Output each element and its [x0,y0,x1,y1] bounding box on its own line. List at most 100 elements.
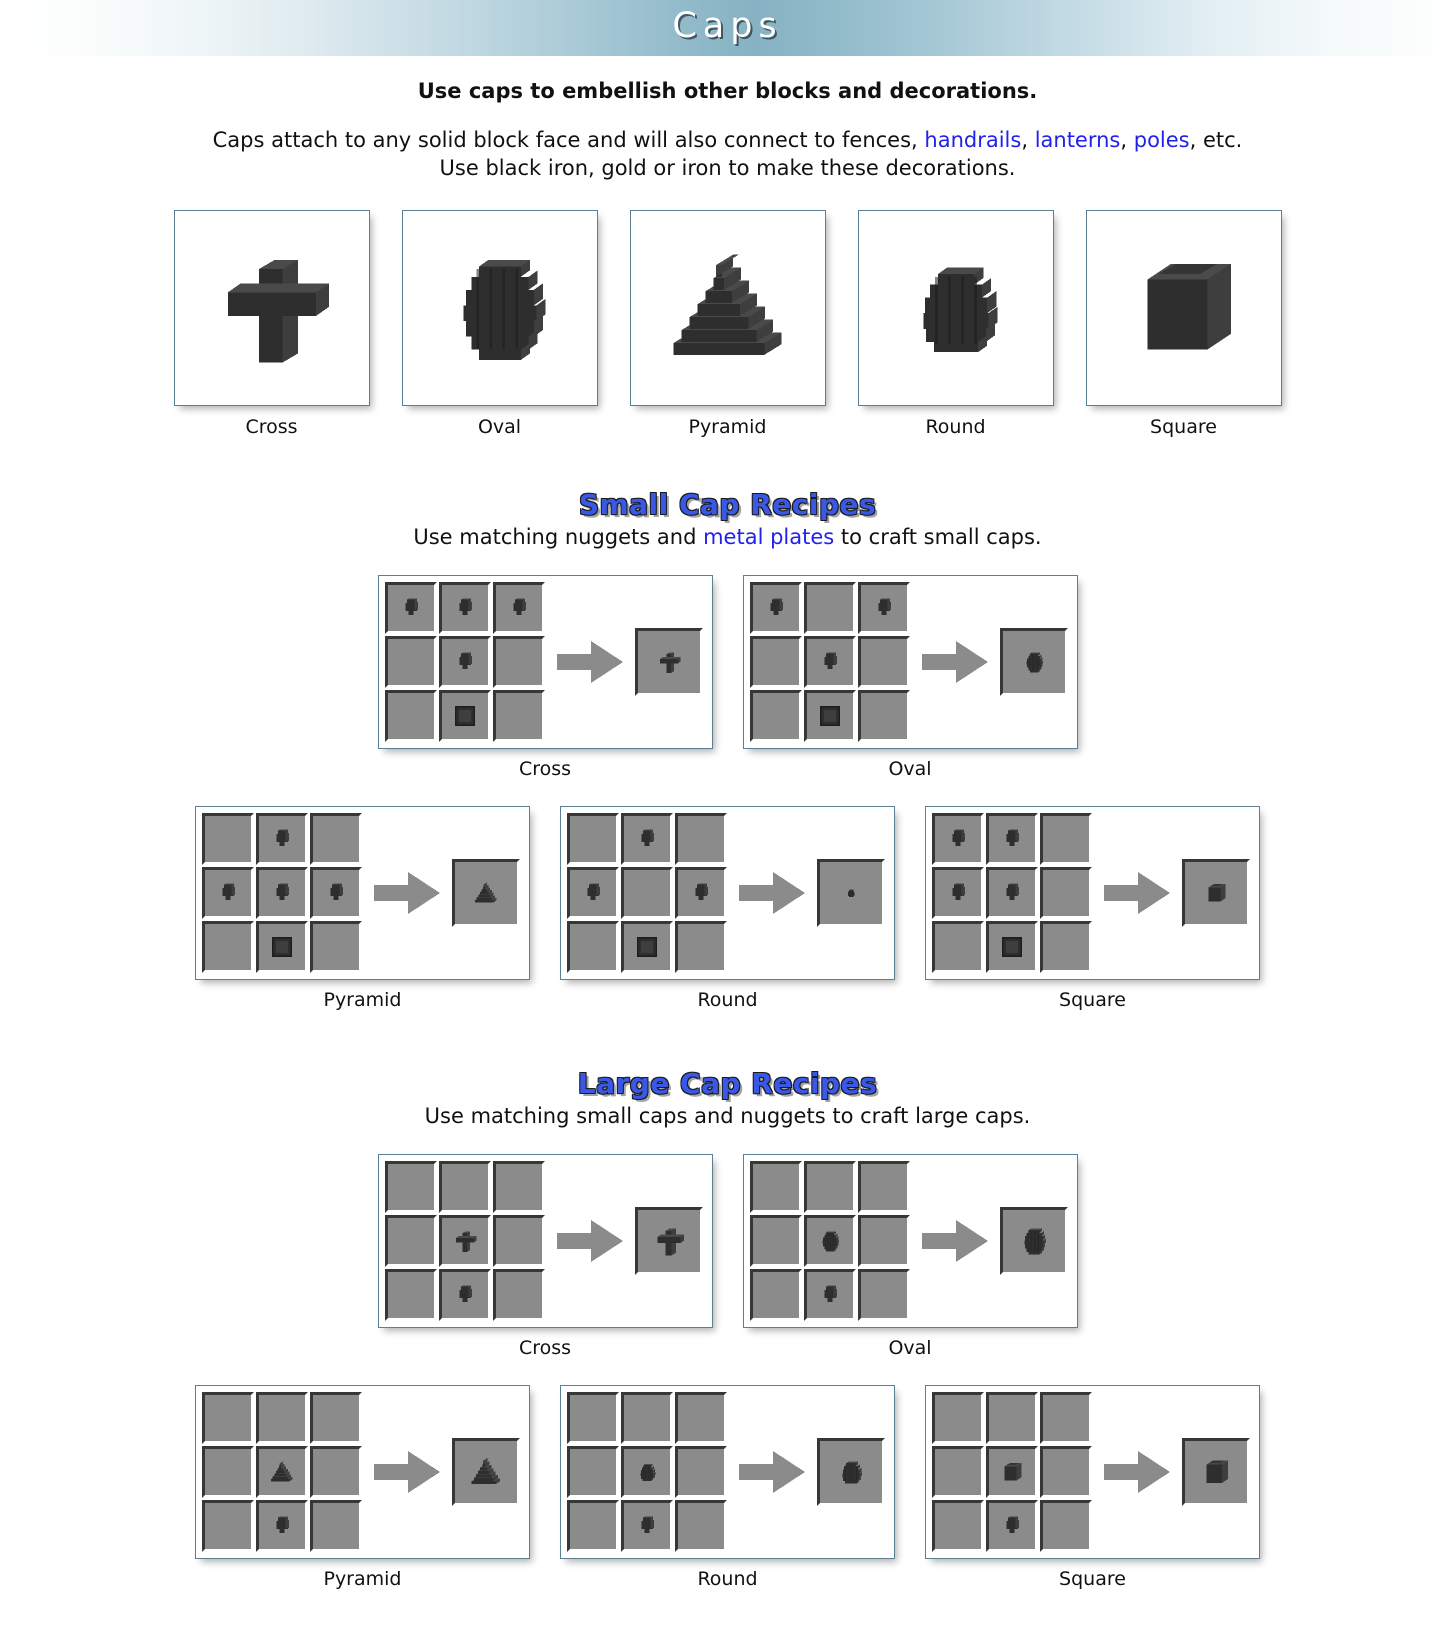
craft-cell-6[interactable] [384,1269,437,1322]
craft-cell-8[interactable] [857,690,910,743]
craft-cell-7[interactable] [256,1500,308,1553]
craft-cell-0[interactable] [384,582,437,635]
craft-cell-1[interactable] [803,1161,856,1214]
craft-cell-8[interactable] [310,1500,362,1553]
craft-cell-3[interactable] [567,867,619,920]
craft-cell-4[interactable] [986,867,1038,920]
recipe-result-slot[interactable] [634,1207,703,1276]
craft-cell-1[interactable] [621,813,673,866]
craft-cell-7[interactable] [438,1269,491,1322]
craft-cell-7[interactable] [621,1500,673,1553]
craft-cell-5[interactable] [1040,1446,1092,1499]
link-poles[interactable]: poles [1134,128,1190,152]
link-handrails[interactable]: handrails [924,128,1021,152]
craft-cell-1[interactable] [438,1161,491,1214]
craft-cell-3[interactable] [749,636,802,689]
craft-cell-0[interactable] [384,1161,437,1214]
craft-cell-0[interactable] [749,582,802,635]
craft-cell-1[interactable] [621,1392,673,1445]
craft-cell-6[interactable] [567,921,619,974]
recipe-result-slot[interactable] [1182,859,1250,928]
craft-cell-8[interactable] [310,921,362,974]
craft-cell-3[interactable] [384,1215,437,1268]
craft-cell-8[interactable] [492,1269,545,1322]
craft-cell-4[interactable] [803,1215,856,1268]
craft-cell-2[interactable] [857,582,910,635]
craft-cell-6[interactable] [749,690,802,743]
craft-cell-6[interactable] [567,1500,619,1553]
craft-cell-7[interactable] [986,1500,1038,1553]
craft-cell-0[interactable] [749,1161,802,1214]
craft-cell-5[interactable] [310,1446,362,1499]
craft-cell-5[interactable] [857,636,910,689]
craft-cell-5[interactable] [857,1215,910,1268]
craft-cell-7[interactable] [986,921,1038,974]
craft-cell-5[interactable] [1040,867,1092,920]
craft-cell-3[interactable] [567,1446,619,1499]
craft-cell-4[interactable] [256,1446,308,1499]
craft-cell-7[interactable] [621,921,673,974]
craft-cell-0[interactable] [932,1392,984,1445]
craft-cell-2[interactable] [675,813,727,866]
craft-cell-4[interactable] [803,636,856,689]
craft-cell-4[interactable] [621,867,673,920]
craft-cell-6[interactable] [384,690,437,743]
craft-cell-2[interactable] [1040,813,1092,866]
craft-cell-2[interactable] [857,1161,910,1214]
craft-cell-6[interactable] [202,1500,254,1553]
craft-cell-7[interactable] [803,1269,856,1322]
craft-cell-0[interactable] [567,1392,619,1445]
craft-cell-6[interactable] [932,921,984,974]
craft-cell-6[interactable] [202,921,254,974]
craft-cell-2[interactable] [492,582,545,635]
link-lanterns[interactable]: lanterns [1035,128,1121,152]
craft-cell-2[interactable] [310,813,362,866]
recipe-result-slot[interactable] [817,1438,885,1507]
recipe-result-slot[interactable] [452,1438,520,1507]
craft-cell-8[interactable] [675,1500,727,1553]
craft-cell-0[interactable] [567,813,619,866]
craft-cell-0[interactable] [202,1392,254,1445]
craft-cell-8[interactable] [675,921,727,974]
craft-cell-5[interactable] [492,1215,545,1268]
craft-cell-2[interactable] [1040,1392,1092,1445]
craft-cell-2[interactable] [310,1392,362,1445]
craft-cell-3[interactable] [384,636,437,689]
craft-cell-5[interactable] [492,636,545,689]
craft-cell-5[interactable] [310,867,362,920]
craft-cell-8[interactable] [1040,921,1092,974]
craft-cell-4[interactable] [438,1215,491,1268]
craft-cell-1[interactable] [256,1392,308,1445]
recipe-result-slot[interactable] [1182,1438,1250,1507]
craft-cell-5[interactable] [675,867,727,920]
craft-cell-2[interactable] [675,1392,727,1445]
craft-cell-3[interactable] [202,867,254,920]
craft-cell-4[interactable] [986,1446,1038,1499]
craft-cell-1[interactable] [986,1392,1038,1445]
craft-cell-4[interactable] [621,1446,673,1499]
craft-cell-0[interactable] [202,813,254,866]
craft-cell-5[interactable] [675,1446,727,1499]
craft-cell-7[interactable] [803,690,856,743]
craft-cell-8[interactable] [1040,1500,1092,1553]
craft-cell-8[interactable] [857,1269,910,1322]
craft-cell-2[interactable] [492,1161,545,1214]
craft-cell-7[interactable] [438,690,491,743]
recipe-result-slot[interactable] [634,628,703,697]
craft-cell-7[interactable] [256,921,308,974]
recipe-result-slot[interactable] [452,859,520,928]
craft-cell-6[interactable] [932,1500,984,1553]
recipe-result-slot[interactable] [999,628,1068,697]
craft-cell-1[interactable] [803,582,856,635]
craft-cell-1[interactable] [438,582,491,635]
craft-cell-0[interactable] [932,813,984,866]
recipe-result-slot[interactable] [999,1207,1068,1276]
craft-cell-1[interactable] [256,813,308,866]
craft-cell-6[interactable] [749,1269,802,1322]
recipe-result-slot[interactable] [817,859,885,928]
craft-cell-3[interactable] [932,867,984,920]
craft-cell-3[interactable] [202,1446,254,1499]
craft-cell-1[interactable] [986,813,1038,866]
craft-cell-4[interactable] [438,636,491,689]
craft-cell-8[interactable] [492,690,545,743]
